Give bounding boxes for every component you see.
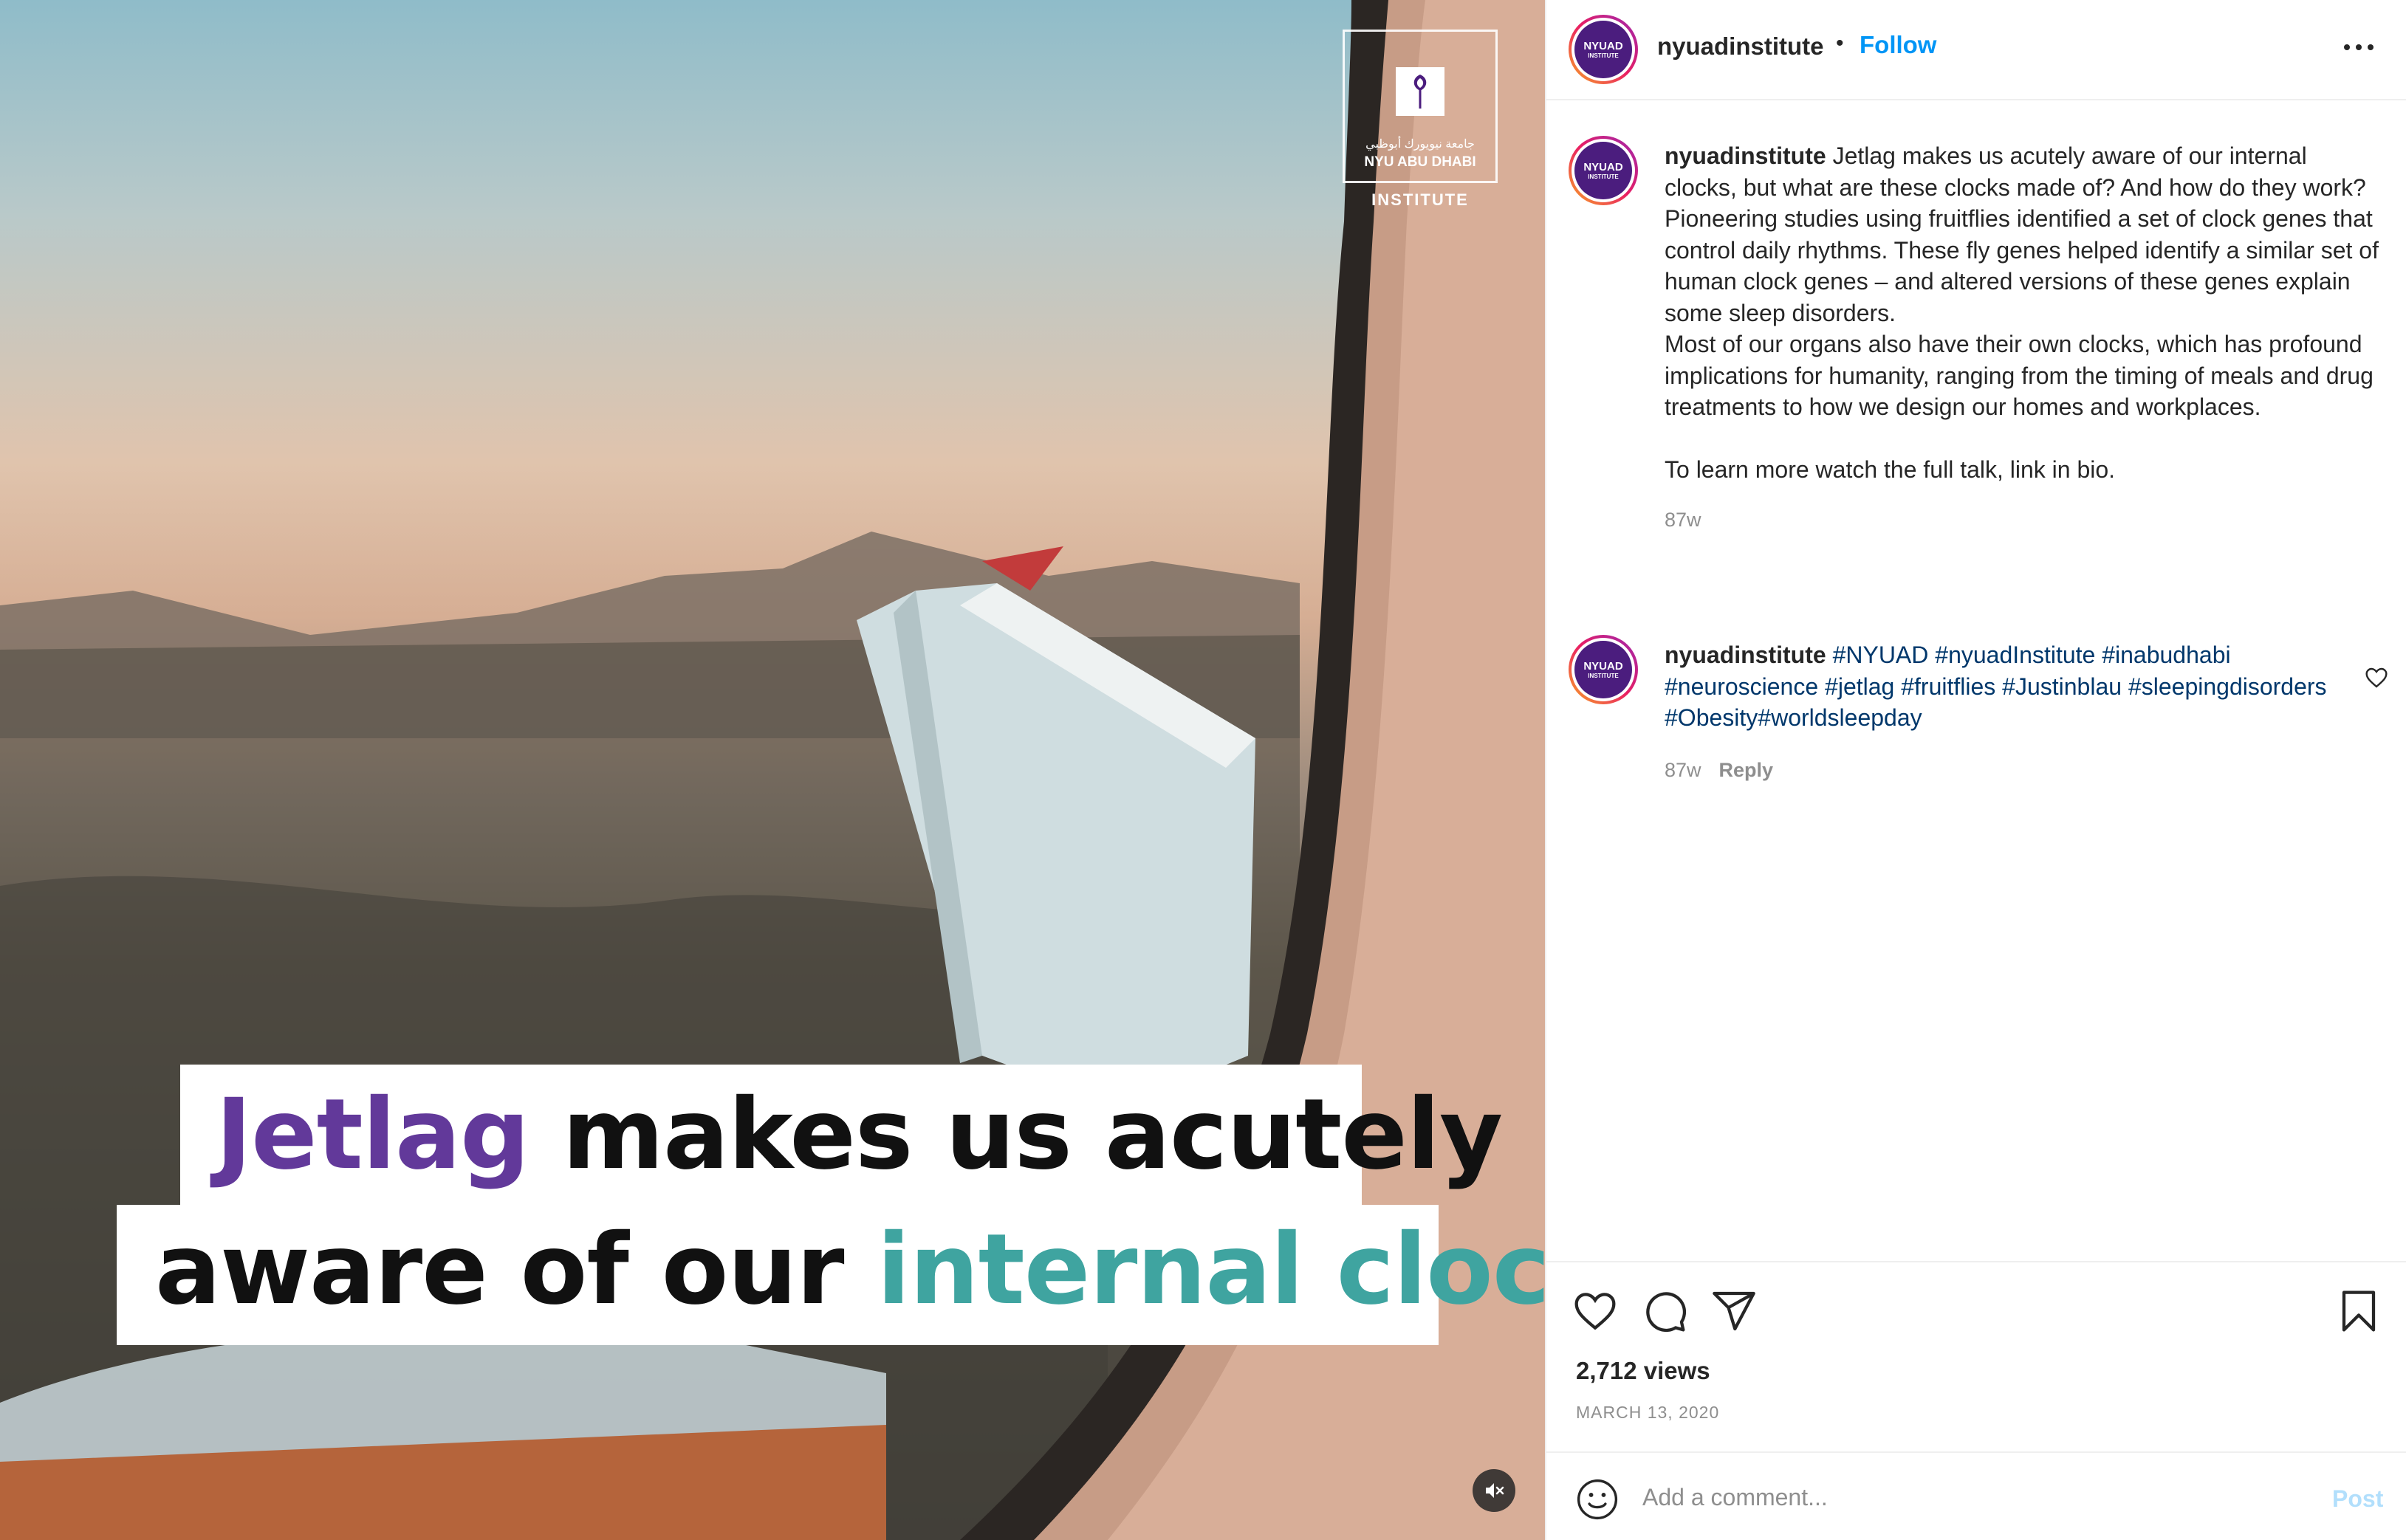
hashtag-link[interactable]: #sleepingdisorders <box>2128 673 2327 700</box>
add-comment-bar: Post <box>1546 1451 2406 1540</box>
hashtag-link[interactable]: #inabudhabi <box>2102 642 2230 668</box>
reply-button[interactable]: Reply <box>1719 759 1774 781</box>
speaker-muted-icon[interactable] <box>1473 1469 1515 1512</box>
avatar-subtext: INSTITUTE <box>1588 173 1619 180</box>
comment-input[interactable] <box>1642 1474 2292 1521</box>
caption-paragraph: Most of our organs also have their own c… <box>1665 331 2374 420</box>
comment-icon[interactable] <box>1641 1288 1688 1335</box>
hashtag-link[interactable]: #nyuadInstitute <box>1935 642 2095 668</box>
hashtag-link[interactable]: #neuroscience <box>1665 673 1818 700</box>
caption-username[interactable]: nyuadinstitute <box>1665 142 1826 169</box>
post-header: NYUAD INSTITUTE nyuadinstitute • Follow <box>1546 0 2406 100</box>
video-caption-line-2: aware of our internal clocks <box>117 1205 1545 1345</box>
emoji-icon[interactable] <box>1576 1478 1619 1521</box>
hashtag-link[interactable]: #NYUAD <box>1833 642 1929 668</box>
comment-timestamp[interactable]: 87w <box>1665 759 1701 781</box>
torch-logo-icon <box>1396 67 1444 116</box>
watermark-institute-text: INSTITUTE <box>1371 190 1469 209</box>
caption-paragraph: Pioneering studies using fruitflies iden… <box>1665 205 2379 326</box>
hashtag-link[interactable]: #Obesity <box>1665 704 1758 731</box>
view-count[interactable]: 2,712 views <box>1576 1357 1710 1385</box>
caption-paragraph: To learn more watch the full talk, link … <box>1665 456 2116 483</box>
post-actions: 2,712 views MARCH 13, 2020 <box>1546 1261 2406 1453</box>
avatar[interactable]: NYUAD INSTITUTE <box>1569 635 1638 704</box>
avatar[interactable]: NYUAD INSTITUTE <box>1569 136 1638 205</box>
avatar-text: NYUAD <box>1583 160 1623 173</box>
comment-username[interactable]: nyuadinstitute <box>1665 642 1826 668</box>
watermark-english-text: NYU ABU DHABI <box>1364 154 1476 170</box>
caption-text: aware of our <box>155 1213 877 1327</box>
post-date: MARCH 13, 2020 <box>1576 1403 1720 1422</box>
avatar[interactable]: NYUAD INSTITUTE <box>1569 15 1638 84</box>
caption-timestamp[interactable]: 87w <box>1665 504 2381 536</box>
avatar-subtext: INSTITUTE <box>1588 672 1619 679</box>
hashtag-link[interactable]: #worldsleepday <box>1758 704 1922 731</box>
post-details-panel: NYUAD INSTITUTE nyuadinstitute • Follow N… <box>1545 0 2406 1540</box>
post-button[interactable]: Post <box>2332 1485 2383 1513</box>
avatar-text: NYUAD <box>1583 39 1623 52</box>
comment-body: nyuadinstitute #NYUAD #nyuadInstitute #i… <box>1665 639 2351 786</box>
caption-highlight-internal-clocks: internal clocks <box>877 1213 1545 1327</box>
avatar-text: NYUAD <box>1583 659 1623 673</box>
hashtag-link[interactable]: #fruitflies <box>1901 673 1995 700</box>
avatar-subtext: INSTITUTE <box>1588 52 1619 59</box>
caption-text: makes us acutely <box>529 1078 1504 1192</box>
heart-icon[interactable] <box>1572 1288 1619 1335</box>
follow-button[interactable]: Follow <box>1860 31 1936 59</box>
video-caption-line-1: Jetlag makes us acutely <box>180 1065 1503 1205</box>
post-media[interactable]: جامعة نيويورك أبوظبي NYU ABU DHABI INSTI… <box>0 0 1545 1540</box>
separator-dot: • <box>1836 31 1844 55</box>
watermark-arabic-text: جامعة نيويورك أبوظبي <box>1365 138 1475 151</box>
caption-body: nyuadinstitute Jetlag makes us acutely a… <box>1665 140 2381 536</box>
hashtag-link[interactable]: #Justinblau <box>2002 673 2122 700</box>
share-icon[interactable] <box>1710 1288 1758 1335</box>
heart-icon[interactable] <box>2365 666 2388 690</box>
nyuad-institute-watermark: جامعة نيويورك أبوظبي NYU ABU DHABI <box>1343 30 1498 183</box>
bookmark-icon[interactable] <box>2335 1288 2382 1335</box>
more-options-icon[interactable] <box>2344 41 2374 53</box>
caption-highlight-jetlag: Jetlag <box>216 1078 530 1192</box>
hashtag-link[interactable]: #jetlag <box>1825 673 1894 700</box>
header-username[interactable]: nyuadinstitute <box>1657 32 1824 61</box>
